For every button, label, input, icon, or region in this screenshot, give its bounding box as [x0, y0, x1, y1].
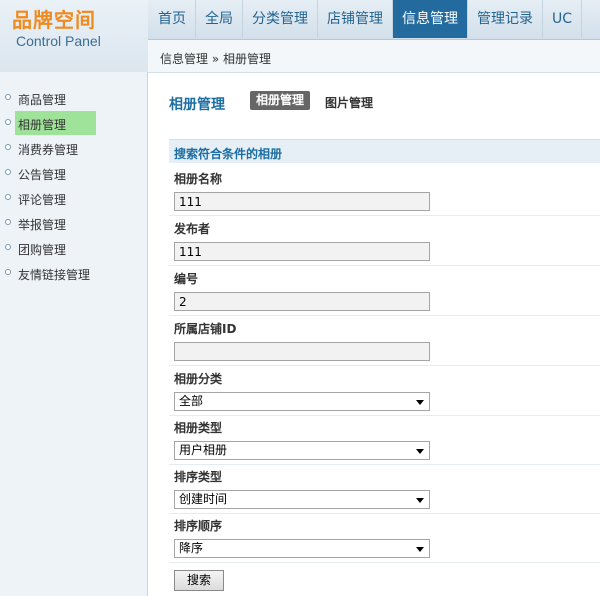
bullet-icon: [5, 269, 11, 275]
logo[interactable]: 品牌空间 Control Panel: [0, 0, 148, 72]
logo-title: 品牌空间: [12, 8, 96, 32]
sidebar-item-label: 评论管理: [18, 193, 67, 207]
number-label: 编号: [174, 272, 199, 286]
publisher-input[interactable]: [174, 242, 430, 261]
bullet-icon: [5, 94, 11, 100]
page-title: 相册管理: [169, 97, 225, 113]
row-divider: [169, 415, 600, 416]
sort-type-value: 创建时间: [179, 492, 228, 506]
nav-global[interactable]: 全局: [196, 0, 243, 38]
top-header: 品牌空间 Control Panel 首页 全局 分类管理 店铺管理 信息管理 …: [0, 0, 600, 72]
section-title: 搜索符合条件的相册: [174, 147, 283, 161]
nav-store-management[interactable]: 店铺管理: [318, 0, 393, 38]
sidebar-item-label: 友情链接管理: [18, 268, 91, 282]
store-id-label: 所属店铺ID: [174, 322, 237, 336]
breadcrumb: 信息管理 » 相册管理: [160, 52, 271, 66]
sidebar-item-label: 消费券管理: [18, 143, 79, 157]
main-content: 相册管理 相册管理 图片管理 搜索符合条件的相册 相册名称 发布者 编号 所属店…: [149, 74, 600, 596]
bullet-icon: [5, 119, 11, 125]
nav-admin-log[interactable]: 管理记录: [468, 0, 543, 38]
nav-info-management[interactable]: 信息管理: [393, 0, 468, 38]
sidebar-item-coupons[interactable]: 消费券管理: [0, 136, 147, 160]
sidebar-item-group-buy[interactable]: 团购管理: [0, 236, 147, 260]
bullet-icon: [5, 219, 11, 225]
publisher-label: 发布者: [174, 222, 211, 236]
nav-uc[interactable]: UC: [543, 0, 583, 38]
sidebar-item-friend-links[interactable]: 友情链接管理: [0, 261, 147, 285]
row-divider: [169, 464, 600, 465]
tab-picture-management[interactable]: 图片管理: [325, 94, 373, 111]
album-category-select[interactable]: 全部: [174, 392, 430, 411]
sort-order-value: 降序: [179, 541, 204, 555]
album-type-label: 相册类型: [174, 421, 223, 435]
sort-order-select[interactable]: 降序: [174, 539, 430, 558]
row-divider: [169, 315, 600, 316]
sidebar-item-label: 商品管理: [18, 93, 67, 107]
row-divider: [169, 513, 600, 514]
row-divider: [169, 215, 600, 216]
dropdown-arrow-icon: [416, 449, 424, 454]
nav-home[interactable]: 首页: [149, 0, 196, 38]
sidebar-item-label: 公告管理: [18, 168, 67, 182]
sort-type-select[interactable]: 创建时间: [174, 490, 430, 509]
logo-subtitle: Control Panel: [16, 33, 101, 49]
breadcrumb-bar: 信息管理 » 相册管理: [148, 40, 600, 73]
bullet-icon: [5, 244, 11, 250]
album-category-value: 全部: [179, 394, 204, 408]
sidebar-item-announcements[interactable]: 公告管理: [0, 161, 147, 185]
bullet-icon: [5, 144, 11, 150]
dropdown-arrow-icon: [416, 498, 424, 503]
number-input[interactable]: [174, 292, 430, 311]
sort-type-label: 排序类型: [174, 470, 223, 484]
row-divider: [169, 562, 600, 563]
bullet-icon: [5, 194, 11, 200]
sidebar-item-reports[interactable]: 举报管理: [0, 211, 147, 235]
album-type-select[interactable]: 用户相册: [174, 441, 430, 460]
album-type-value: 用户相册: [179, 443, 228, 457]
album-category-label: 相册分类: [174, 372, 223, 386]
row-divider: [169, 265, 600, 266]
dropdown-arrow-icon: [416, 547, 424, 552]
bullet-icon: [5, 169, 11, 175]
dropdown-arrow-icon: [416, 400, 424, 405]
main-nav: 首页 全局 分类管理 店铺管理 信息管理 管理记录 UC: [149, 0, 583, 38]
sidebar-item-label: 举报管理: [18, 218, 67, 232]
search-button[interactable]: 搜索: [174, 570, 224, 591]
album-name-input[interactable]: [174, 192, 430, 211]
sidebar-item-products[interactable]: 商品管理: [0, 86, 147, 110]
nav-category-management[interactable]: 分类管理: [243, 0, 318, 38]
sidebar-item-label: 相册管理: [18, 118, 67, 132]
sidebar-item-comments[interactable]: 评论管理: [0, 186, 147, 210]
tab-album-management[interactable]: 相册管理: [250, 91, 311, 110]
sidebar: 商品管理 相册管理 消费券管理 公告管理 评论管理 举报管理 团购管理 友情链接…: [0, 72, 148, 596]
row-divider: [169, 365, 600, 366]
store-id-input[interactable]: [174, 342, 430, 361]
sidebar-item-albums[interactable]: 相册管理: [0, 111, 147, 135]
sidebar-item-label: 团购管理: [18, 243, 67, 257]
album-name-label: 相册名称: [174, 172, 223, 186]
search-section-header: 搜索符合条件的相册: [169, 139, 600, 163]
sort-order-label: 排序顺序: [174, 519, 223, 533]
